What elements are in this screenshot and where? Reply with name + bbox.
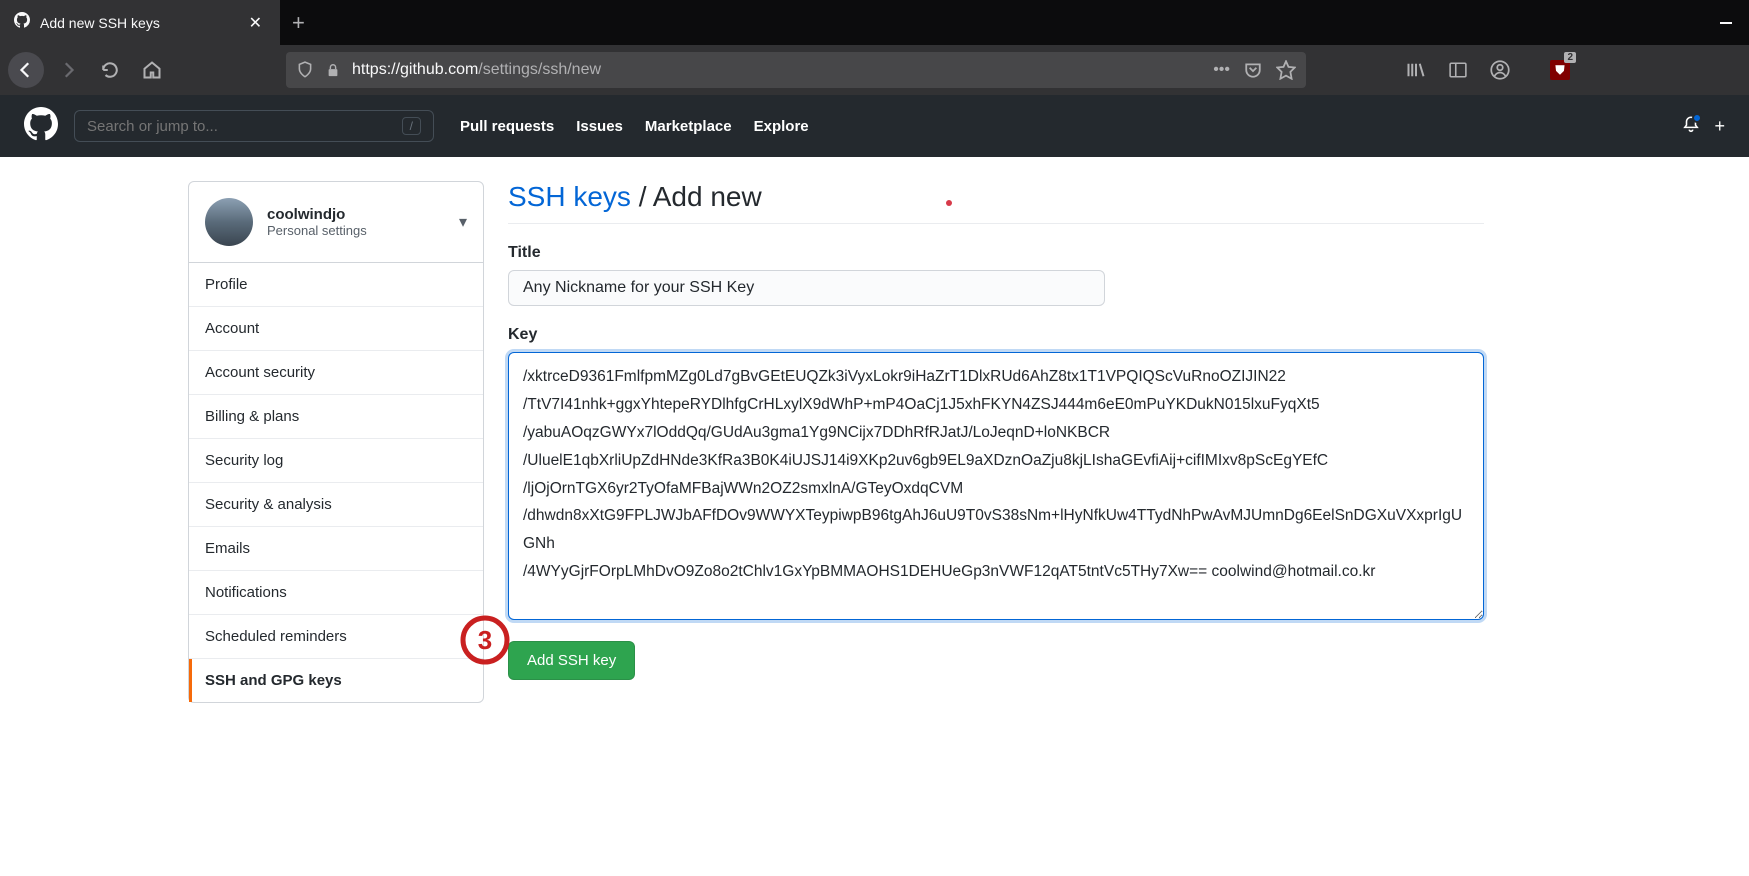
github-favicon-icon bbox=[14, 12, 30, 33]
sidebar-item-profile[interactable]: Profile bbox=[189, 263, 483, 307]
pocket-icon[interactable] bbox=[1244, 61, 1262, 79]
sidebar-item-account-security[interactable]: Account security bbox=[189, 351, 483, 395]
sidebar-user-toggle[interactable]: coolwindjo Personal settings ▾ bbox=[189, 182, 483, 263]
sidebar-username: coolwindjo bbox=[267, 206, 445, 223]
sidebar-subtitle: Personal settings bbox=[267, 223, 445, 238]
sidebar-item-emails[interactable]: Emails bbox=[189, 527, 483, 571]
main-content: SSH keys / Add new Title Key 3 Add SSH k… bbox=[508, 181, 1508, 703]
slash-shortcut-icon: / bbox=[402, 117, 421, 135]
sidebar-item-account[interactable]: Account bbox=[189, 307, 483, 351]
lock-icon[interactable] bbox=[326, 63, 340, 77]
annotation-dot bbox=[946, 200, 952, 206]
settings-sidebar: coolwindjo Personal settings ▾ Profile A… bbox=[188, 181, 484, 703]
avatar bbox=[205, 198, 253, 246]
sidebar-item-security-analysis[interactable]: Security & analysis bbox=[189, 483, 483, 527]
sidebar-item-scheduled-reminders[interactable]: Scheduled reminders bbox=[189, 615, 483, 659]
library-icon[interactable] bbox=[1402, 56, 1430, 84]
title-input[interactable] bbox=[508, 270, 1105, 306]
breadcrumb-current: Add new bbox=[653, 181, 762, 212]
sidebar-item-billing[interactable]: Billing & plans bbox=[189, 395, 483, 439]
title-label: Title bbox=[508, 244, 1484, 262]
nav-explore[interactable]: Explore bbox=[754, 118, 809, 135]
notification-dot bbox=[1692, 113, 1702, 123]
sidebar-item-notifications[interactable]: Notifications bbox=[189, 571, 483, 615]
close-tab-button[interactable]: ✕ bbox=[245, 9, 266, 37]
chevron-down-icon: ▾ bbox=[459, 212, 467, 232]
github-nav: Pull requests Issues Marketplace Explore bbox=[460, 118, 809, 135]
page-title: SSH keys / Add new bbox=[508, 181, 1484, 224]
home-button[interactable] bbox=[134, 52, 170, 88]
browser-toolbar: https://github.com/settings/ssh/new ••• … bbox=[0, 45, 1749, 95]
forward-button[interactable] bbox=[50, 52, 86, 88]
minimize-window-button[interactable] bbox=[1703, 0, 1749, 45]
add-menu-icon[interactable]: + bbox=[1714, 116, 1725, 137]
breadcrumb-link[interactable]: SSH keys bbox=[508, 181, 631, 212]
nav-marketplace[interactable]: Marketplace bbox=[645, 118, 732, 135]
github-search[interactable]: / bbox=[74, 110, 434, 142]
tab-title: Add new SSH keys bbox=[40, 15, 235, 31]
key-textarea[interactable] bbox=[508, 352, 1484, 620]
reload-button[interactable] bbox=[92, 52, 128, 88]
github-logo-icon[interactable] bbox=[24, 107, 58, 146]
notifications-bell-icon[interactable] bbox=[1682, 115, 1700, 138]
add-ssh-key-button[interactable]: Add SSH key bbox=[508, 641, 635, 680]
page-actions-icon[interactable]: ••• bbox=[1213, 61, 1230, 79]
search-input[interactable] bbox=[87, 118, 402, 135]
bookmark-star-icon[interactable] bbox=[1276, 60, 1296, 80]
back-button[interactable] bbox=[8, 52, 44, 88]
key-label: Key bbox=[508, 326, 1484, 344]
browser-tab-active[interactable]: Add new SSH keys ✕ bbox=[0, 0, 280, 45]
ublock-icon[interactable]: ⛊2 bbox=[1546, 56, 1574, 84]
browser-tab-strip: Add new SSH keys ✕ + bbox=[0, 0, 1749, 45]
url-bar[interactable]: https://github.com/settings/ssh/new ••• bbox=[286, 52, 1306, 88]
tracking-shield-icon[interactable] bbox=[296, 61, 314, 79]
nav-pull-requests[interactable]: Pull requests bbox=[460, 118, 554, 135]
sidebar-toggle-icon[interactable] bbox=[1444, 56, 1472, 84]
new-tab-button[interactable]: + bbox=[280, 0, 317, 45]
nav-issues[interactable]: Issues bbox=[576, 118, 623, 135]
sidebar-item-security-log[interactable]: Security log bbox=[189, 439, 483, 483]
sidebar-item-ssh-gpg[interactable]: SSH and GPG keys bbox=[189, 659, 483, 702]
github-header: / Pull requests Issues Marketplace Explo… bbox=[0, 95, 1749, 157]
account-icon[interactable] bbox=[1486, 56, 1514, 84]
url-text: https://github.com/settings/ssh/new bbox=[352, 61, 1201, 79]
